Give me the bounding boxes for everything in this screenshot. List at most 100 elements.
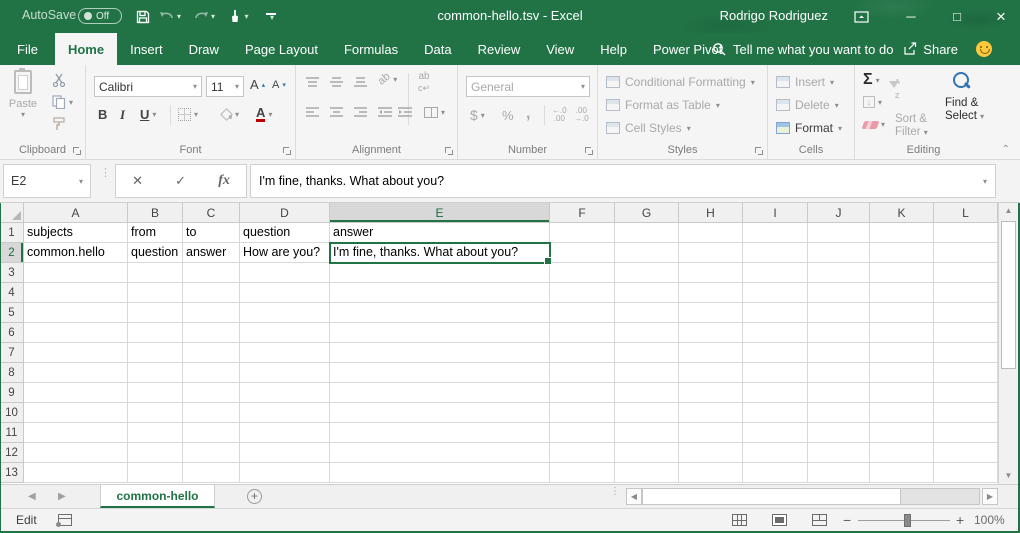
autosave-toggle[interactable]: Off <box>78 8 122 24</box>
cell-G9[interactable] <box>615 383 679 403</box>
row-header-6[interactable]: 6 <box>0 323 24 343</box>
bottom-align-button[interactable] <box>354 77 367 87</box>
italic-button[interactable]: I <box>120 107 125 123</box>
cell-K7[interactable] <box>870 343 934 363</box>
cell-G5[interactable] <box>615 303 679 323</box>
currency-button[interactable]: $ ▾ <box>470 107 485 123</box>
enter-entry-button[interactable]: ✓ <box>175 173 186 189</box>
cell-K10[interactable] <box>870 403 934 423</box>
cell-A2[interactable]: common.hello <box>24 243 128 263</box>
cell-I13[interactable] <box>743 463 808 483</box>
row-header-8[interactable]: 8 <box>0 363 24 383</box>
column-header-C[interactable]: C <box>183 203 240 223</box>
cell-D10[interactable] <box>240 403 330 423</box>
cell-H12[interactable] <box>679 443 743 463</box>
cell-G6[interactable] <box>615 323 679 343</box>
cell-A10[interactable] <box>24 403 128 423</box>
column-header-G[interactable]: G <box>615 203 679 223</box>
cell-B10[interactable] <box>128 403 183 423</box>
cell-I8[interactable] <box>743 363 808 383</box>
cell-H10[interactable] <box>679 403 743 423</box>
cell-H1[interactable] <box>679 223 743 243</box>
cell-B2[interactable]: question <box>128 243 183 263</box>
maximize-button[interactable]: □ <box>940 0 974 33</box>
autosum-button[interactable]: Σ ▾ <box>863 73 880 87</box>
new-sheet-button[interactable]: + <box>247 489 262 504</box>
cell-B5[interactable] <box>128 303 183 323</box>
cell-F2[interactable] <box>550 243 615 263</box>
decrease-indent-button[interactable] <box>378 107 392 117</box>
fill-button[interactable]: ↓ ▾ <box>863 96 882 108</box>
ribbon-tab-home[interactable]: Home <box>55 33 117 65</box>
cell-D11[interactable] <box>240 423 330 443</box>
cell-J10[interactable] <box>808 403 870 423</box>
ribbon-tab-draw[interactable]: Draw <box>176 33 232 65</box>
cell-F12[interactable] <box>550 443 615 463</box>
cell-D13[interactable] <box>240 463 330 483</box>
row-header-2[interactable]: 2 <box>0 243 24 263</box>
cell-L11[interactable] <box>934 423 998 443</box>
column-header-J[interactable]: J <box>808 203 870 223</box>
cell-C5[interactable] <box>183 303 240 323</box>
row-header-11[interactable]: 11 <box>0 423 24 443</box>
cell-J9[interactable] <box>808 383 870 403</box>
cell-H6[interactable] <box>679 323 743 343</box>
cell-E4[interactable] <box>330 283 550 303</box>
cell-K12[interactable] <box>870 443 934 463</box>
cell-L8[interactable] <box>934 363 998 383</box>
zoom-out-button[interactable]: − <box>843 512 851 528</box>
close-button[interactable]: × <box>984 0 1018 33</box>
row-header-10[interactable]: 10 <box>0 403 24 423</box>
cell-E1[interactable]: answer <box>330 223 550 243</box>
normal-view-button[interactable] <box>732 514 747 526</box>
cell-H4[interactable] <box>679 283 743 303</box>
styles-dialog-launcher[interactable] <box>754 146 763 155</box>
cell-L3[interactable] <box>934 263 998 283</box>
cell-B13[interactable] <box>128 463 183 483</box>
ribbon-display-options-button[interactable] <box>844 0 878 33</box>
cell-B1[interactable]: from <box>128 223 183 243</box>
cell-F11[interactable] <box>550 423 615 443</box>
increase-font-size-button[interactable]: A▴ <box>250 77 265 92</box>
borders-button[interactable]: ▾ <box>178 108 198 121</box>
sort-filter-button[interactable]: AZ Sort & Filter ▾ <box>895 73 928 139</box>
cell-H8[interactable] <box>679 363 743 383</box>
ribbon-tab-page-layout[interactable]: Page Layout <box>232 33 331 65</box>
zoom-level[interactable]: 100% <box>974 513 1005 527</box>
cell-E3[interactable] <box>330 263 550 283</box>
column-header-H[interactable]: H <box>679 203 743 223</box>
font-family-combo[interactable]: Calibri ▾ <box>94 76 202 97</box>
cell-J2[interactable] <box>808 243 870 263</box>
column-header-A[interactable]: A <box>24 203 128 223</box>
row-header-7[interactable]: 7 <box>0 343 24 363</box>
styles-format-as-table-button[interactable]: Format as Table▾ <box>606 98 720 112</box>
column-header-K[interactable]: K <box>870 203 934 223</box>
ribbon-tab-insert[interactable]: Insert <box>117 33 176 65</box>
cell-I5[interactable] <box>743 303 808 323</box>
cell-L13[interactable] <box>934 463 998 483</box>
scroll-right-arrow[interactable]: ▶ <box>982 488 998 505</box>
cell-J11[interactable] <box>808 423 870 443</box>
ribbon-tab-view[interactable]: View <box>533 33 587 65</box>
cell-D4[interactable] <box>240 283 330 303</box>
cell-I9[interactable] <box>743 383 808 403</box>
cell-E7[interactable] <box>330 343 550 363</box>
ribbon-tab-formulas[interactable]: Formulas <box>331 33 411 65</box>
cell-A7[interactable] <box>24 343 128 363</box>
cell-D1[interactable]: question <box>240 223 330 243</box>
cell-K2[interactable] <box>870 243 934 263</box>
cell-G3[interactable] <box>615 263 679 283</box>
cell-H9[interactable] <box>679 383 743 403</box>
cell-B12[interactable] <box>128 443 183 463</box>
cell-G12[interactable] <box>615 443 679 463</box>
cell-F9[interactable] <box>550 383 615 403</box>
cell-C3[interactable] <box>183 263 240 283</box>
top-align-button[interactable] <box>306 77 319 87</box>
cell-B7[interactable] <box>128 343 183 363</box>
cell-C11[interactable] <box>183 423 240 443</box>
cell-E6[interactable] <box>330 323 550 343</box>
account-name[interactable]: Rodrigo Rodriguez <box>720 8 828 23</box>
orientation-button[interactable]: ab ▾ <box>378 73 397 85</box>
cell-H2[interactable] <box>679 243 743 263</box>
column-header-D[interactable]: D <box>240 203 330 223</box>
